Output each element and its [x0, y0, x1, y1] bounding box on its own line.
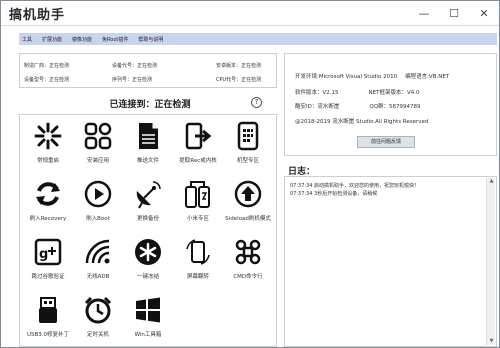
tool-label: 小米专区 — [186, 216, 209, 222]
menu-bar: 工具 扩展功能 镜像功能 免Root插件 帮助与说明 — [19, 33, 497, 45]
tool-backup[interactable]: 更换备份 — [122, 176, 174, 231]
tool-xiaomi-zone[interactable]: 小米专区 — [172, 176, 224, 231]
tool-label: 更换备份 — [136, 216, 159, 222]
tool-install-app[interactable]: 安装应用 — [72, 118, 124, 173]
tool-one-click-freeze[interactable]: 一键冻结 — [122, 234, 174, 289]
net-framework-version: NET框架版本：V4.0 — [368, 90, 420, 96]
tool-label: CMD命令行 — [233, 274, 263, 280]
about-line-env: 开发环境:Microsoft Visual Studio 2010 编程语言:VB… — [295, 72, 449, 80]
dev-environment: 开发环境:Microsoft Visual Studio 2010 — [295, 74, 398, 80]
tool-label: Sideload刷机模式 — [225, 216, 271, 222]
tool-flash-recovery[interactable]: 刷入Recovery — [22, 176, 74, 231]
info-codename: 设备代号：正在检测 — [112, 63, 158, 69]
scroll-down-icon[interactable]: ▼ — [488, 338, 495, 345]
info-android-version: 安卓版本：正在检测 — [216, 63, 262, 69]
minimize-button[interactable]: — — [409, 1, 439, 25]
tool-label: 刷入Recovery — [29, 216, 67, 222]
feedback-button[interactable]: 前往问题反馈 — [357, 136, 415, 148]
window-title: 搞机助手 — [9, 7, 66, 23]
menu-item-help[interactable]: 帮助与说明 — [138, 36, 163, 43]
tool-label: 定时关机 — [86, 332, 109, 338]
log-line: 07:37:34 3秒后开始检测设备，请稍候 — [290, 191, 378, 197]
tool-push-file[interactable]: 推送文件 — [122, 118, 174, 173]
tool-label: 跳过谷歌验证 — [31, 274, 65, 280]
apps-icon — [84, 122, 112, 150]
tool-cmd[interactable]: CMD命令行 — [222, 234, 274, 289]
tool-scheduled-shutdown[interactable]: 定时关机 — [72, 292, 124, 347]
xiaomi-icon — [185, 181, 210, 208]
menu-item-noroot[interactable]: 免Root插件 — [102, 36, 128, 43]
tool-extract[interactable]: 提取Rec或内核 — [172, 118, 224, 173]
sideload-icon — [234, 180, 262, 208]
help-icon[interactable]: ? — [251, 97, 262, 108]
file-icon — [139, 123, 158, 149]
tool-label: 推送文件 — [136, 158, 159, 164]
tool-label: 常规重启 — [36, 158, 59, 164]
tool-label: 屏幕翻转 — [186, 274, 209, 280]
rotate-icon — [186, 239, 210, 265]
about-line-contact: 酷安ID：流水断崖 QQ群：587994789 — [295, 102, 421, 110]
tool-label: 无线ADB — [86, 274, 110, 280]
tool-sideload[interactable]: Sideload刷机模式 — [222, 176, 274, 231]
tool-label: 安装应用 — [86, 158, 109, 164]
main-window: 搞机助手 — ☐ ✕ 工具 扩展功能 镜像功能 免Root插件 帮助与说明 制造… — [0, 0, 500, 348]
usb-icon — [39, 297, 57, 323]
tool-usb3-patch[interactable]: USB3.0修复补丁 — [22, 292, 74, 347]
info-serial: 序列号：正在检测 — [112, 77, 153, 83]
tool-restart[interactable]: 常规重启 — [22, 118, 74, 173]
wifi-icon — [85, 239, 110, 264]
tool-label: Win工具箱 — [134, 332, 162, 338]
programming-language: 编程语言:VB.NET — [405, 74, 450, 80]
phone-icon — [237, 121, 259, 151]
tools-panel: 常规重启 安装应用 推送文件 提取Rec或内核 机型专区 刷入Recovery … — [19, 114, 277, 347]
menu-item-tools[interactable]: 工具 — [22, 36, 32, 43]
tool-model-zone[interactable]: 机型专区 — [222, 118, 274, 173]
tool-screen-rotate[interactable]: 屏幕翻转 — [172, 234, 224, 289]
alarm-icon — [84, 296, 112, 324]
scroll-up-icon[interactable]: ▲ — [488, 178, 495, 185]
restart-icon — [34, 122, 62, 150]
extract-icon — [185, 122, 212, 150]
about-panel: 开发环境:Microsoft Visual Studio 2010 编程语言:VB… — [284, 53, 497, 156]
info-model: 设备型号：正在检测 — [24, 77, 70, 83]
tool-label: USB3.0修复补丁 — [26, 332, 70, 338]
tool-label: 一键冻结 — [136, 274, 159, 280]
log-scrollbar[interactable]: ▲ ▼ — [486, 178, 495, 345]
tool-label: 提取Rec或内核 — [179, 158, 217, 164]
qq-group: QQ群：587994789 — [369, 104, 421, 110]
tool-skip-google[interactable]: g 跳过谷歌验证 — [22, 234, 74, 289]
command-icon — [235, 239, 261, 265]
menu-item-mirror[interactable]: 镜像功能 — [72, 36, 92, 43]
about-line-version: 软件版本：V2.15 NET框架版本：V4.0 — [295, 88, 419, 96]
maximize-button[interactable]: ☐ — [439, 1, 469, 25]
google-plus-icon: g — [34, 238, 62, 266]
tool-wireless-adb[interactable]: 无线ADB — [72, 234, 124, 289]
menu-item-extensions[interactable]: 扩展功能 — [42, 36, 62, 43]
log-line: 07:37:34 启动搞机助手，欢迎您的使用，祝您玩机愉快！ — [290, 183, 420, 189]
coolapk-id: 酷安ID：流水断崖 — [295, 104, 340, 110]
info-cpu: CPU代号：正在检测 — [216, 77, 262, 83]
close-button[interactable]: ✕ — [469, 1, 499, 25]
info-manufacturer: 制造厂商：正在检测 — [24, 63, 70, 69]
title-bar: 搞机助手 — ☐ ✕ — [1, 1, 499, 26]
window-controls: — ☐ ✕ — [409, 1, 499, 25]
copyright: @2018-2019 流水断崖 Studio.All Rights Reserv… — [295, 119, 429, 125]
tool-label: 刷入Boot — [86, 216, 110, 222]
recovery-icon — [36, 182, 60, 206]
tool-flash-boot[interactable]: 刷入Boot — [72, 176, 124, 231]
connection-status: 已连接到：正在检测 — [109, 100, 191, 110]
boot-icon — [84, 180, 112, 208]
svg-text:g: g — [39, 247, 48, 262]
satellite-icon — [136, 181, 161, 209]
device-info-panel: 制造厂商：正在检测 设备代号：正在检测 安卓版本：正在检测 设备型号：正在检测 … — [19, 53, 277, 88]
software-version: 软件版本：V2.15 — [295, 90, 339, 96]
tool-win-toolbox[interactable]: Win工具箱 — [122, 292, 174, 347]
windows-icon — [136, 297, 160, 323]
log-panel[interactable]: 07:37:34 启动搞机助手，欢迎您的使用，祝您玩机愉快！ 07:37:34 … — [284, 176, 497, 347]
tool-label: 机型专区 — [236, 158, 259, 164]
freeze-icon — [135, 239, 161, 265]
